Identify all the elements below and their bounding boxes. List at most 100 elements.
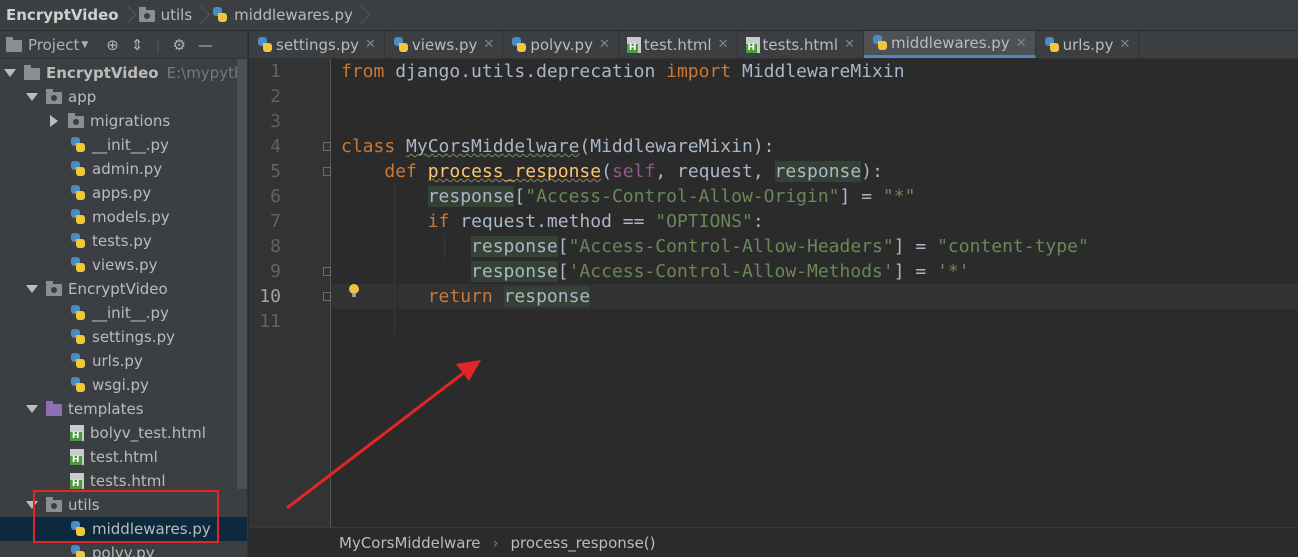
tree-item[interactable]: bolyv_test.html <box>0 421 247 445</box>
tree-item[interactable]: tests.py <box>0 229 247 253</box>
editor-tab[interactable]: views.py ✕ <box>385 31 504 58</box>
chevron-down-icon[interactable] <box>26 285 38 293</box>
code-token: [ <box>514 186 526 207</box>
code-token: response <box>503 286 591 307</box>
fold-marker-icon[interactable] <box>323 142 331 151</box>
close-tab-icon[interactable]: ✕ <box>844 37 855 52</box>
close-tab-icon[interactable]: ✕ <box>1016 36 1027 51</box>
fold-marker-icon[interactable] <box>323 292 331 301</box>
code-line[interactable]: class MyCorsMiddelware(MiddlewareMixin): <box>341 134 775 159</box>
tree-item-label: templates <box>68 400 144 418</box>
breadcrumb-file[interactable]: middlewares.py <box>206 0 357 31</box>
code-token: '*' <box>937 261 970 282</box>
tree-item[interactable]: utils <box>0 493 247 517</box>
tree-item-label: migrations <box>90 112 171 130</box>
project-view-icon <box>6 36 22 52</box>
code-line[interactable]: from django.utils.deprecation import Mid… <box>341 59 905 84</box>
tree-item[interactable]: __init__.py <box>0 133 247 157</box>
tree-item[interactable]: test.html <box>0 445 247 469</box>
close-tab-icon[interactable]: ✕ <box>718 37 729 52</box>
tree-item[interactable]: tests.html <box>0 469 247 493</box>
code-token: "content-type" <box>937 236 1089 257</box>
project-view-selector[interactable]: Project ▼ <box>28 36 88 54</box>
editor-tab[interactable]: polyv.py ✕ <box>503 31 619 58</box>
code-line[interactable]: response['Access-Control-Allow-Methods']… <box>341 259 970 284</box>
code-line[interactable]: if request.method == "OPTIONS": <box>341 209 764 234</box>
tree-item[interactable]: app <box>0 85 247 109</box>
breadcrumb-class[interactable]: MyCorsMiddelware <box>339 534 481 552</box>
tree-item[interactable]: migrations <box>0 109 247 133</box>
code-line[interactable]: response["Access-Control-Allow-Headers"]… <box>341 234 1089 259</box>
tab-label: tests.html <box>762 35 839 54</box>
tree-item-label: settings.py <box>92 328 175 346</box>
tree-item[interactable]: admin.py <box>0 157 247 181</box>
close-tab-icon[interactable]: ✕ <box>483 37 494 52</box>
templates-folder-icon <box>46 401 62 416</box>
tree-item[interactable]: polyv.py <box>0 541 247 557</box>
tree-item[interactable]: wsgi.py <box>0 373 247 397</box>
code-token: MiddlewareMixin <box>731 61 905 82</box>
chevron-down-icon[interactable] <box>4 69 16 77</box>
tree-item[interactable]: __init__.py <box>0 301 247 325</box>
tree-item[interactable]: EncryptVideo <box>0 277 247 301</box>
tree-item[interactable]: templates <box>0 397 247 421</box>
editor-tab[interactable]: settings.py ✕ <box>249 31 385 58</box>
tree-item[interactable]: views.py <box>0 253 247 277</box>
tree-item[interactable]: settings.py <box>0 325 247 349</box>
chevron-down-icon[interactable] <box>26 93 38 101</box>
close-tab-icon[interactable]: ✕ <box>365 37 376 52</box>
editor-tab-bar: settings.py ✕ views.py ✕ polyv.py ✕ test.html ✕… <box>249 31 1298 59</box>
package-folder-icon <box>46 89 62 104</box>
python-file-icon <box>393 36 409 53</box>
html-file-icon <box>70 449 84 465</box>
collapse-icon[interactable]: ⇕ <box>131 36 144 54</box>
folder-icon <box>24 65 40 80</box>
editor-tab[interactable]: urls.py ✕ <box>1036 31 1140 58</box>
code-editor[interactable]: 1 2 3 4 5 6 7 8 9 10 11 from django.utils.deprecat… <box>249 59 1298 527</box>
gear-icon[interactable]: ⚙ <box>172 36 185 54</box>
tree-item-label: bolyv_test.html <box>90 424 206 442</box>
code-token: from <box>341 61 385 82</box>
editor-tab[interactable]: tests.html ✕ <box>738 31 864 58</box>
tree-item[interactable]: apps.py <box>0 181 247 205</box>
tab-label: test.html <box>643 35 712 54</box>
tree-item[interactable]: EncryptVideo E:\mypython <box>0 61 247 85</box>
python-file-icon <box>70 161 86 177</box>
code-token: 'Access-Control-Allow-Methods' <box>568 261 894 282</box>
tree-item-label: polyv.py <box>92 544 155 557</box>
tree-item[interactable]: urls.py <box>0 349 247 373</box>
code-token: response <box>774 161 862 182</box>
breadcrumb-function[interactable]: process_response() <box>511 534 656 552</box>
tree-item[interactable]: middlewares.py <box>0 517 247 541</box>
chevron-right-icon[interactable] <box>50 115 58 127</box>
breadcrumb-utils[interactable]: utils <box>133 0 197 31</box>
line-number: 3 <box>270 111 281 132</box>
sidebar-scrollbar[interactable] <box>237 59 247 489</box>
python-file-icon <box>70 377 86 393</box>
editor-tab[interactable]: middlewares.py ✕ <box>863 31 1036 58</box>
editor-tab[interactable]: test.html ✕ <box>619 31 738 58</box>
chevron-down-icon[interactable] <box>26 501 38 509</box>
close-tab-icon[interactable]: ✕ <box>599 37 610 52</box>
chevron-down-icon[interactable] <box>26 405 38 413</box>
tree-item[interactable]: models.py <box>0 205 247 229</box>
tree-item-label: test.html <box>90 448 158 466</box>
code-line[interactable]: response["Access-Control-Allow-Origin"] … <box>341 184 915 209</box>
code-line[interactable]: def process_response(self, request, resp… <box>341 159 883 184</box>
minimize-icon[interactable]: — <box>198 36 213 54</box>
fold-marker-icon[interactable] <box>323 167 331 176</box>
line-number: 1 <box>270 61 281 82</box>
globe-icon[interactable]: ⊕ <box>106 36 119 54</box>
fold-marker-icon[interactable] <box>323 267 331 276</box>
close-tab-icon[interactable]: ✕ <box>1119 37 1130 52</box>
code-line[interactable]: return response <box>341 284 591 309</box>
tree-item-label: tests.py <box>92 232 152 250</box>
editor-gutter: 1 2 3 4 5 6 7 8 9 10 11 <box>249 59 331 527</box>
breadcrumb-project[interactable]: EncryptVideo <box>0 0 123 31</box>
package-folder-icon <box>46 281 62 296</box>
python-file-icon <box>212 7 228 23</box>
